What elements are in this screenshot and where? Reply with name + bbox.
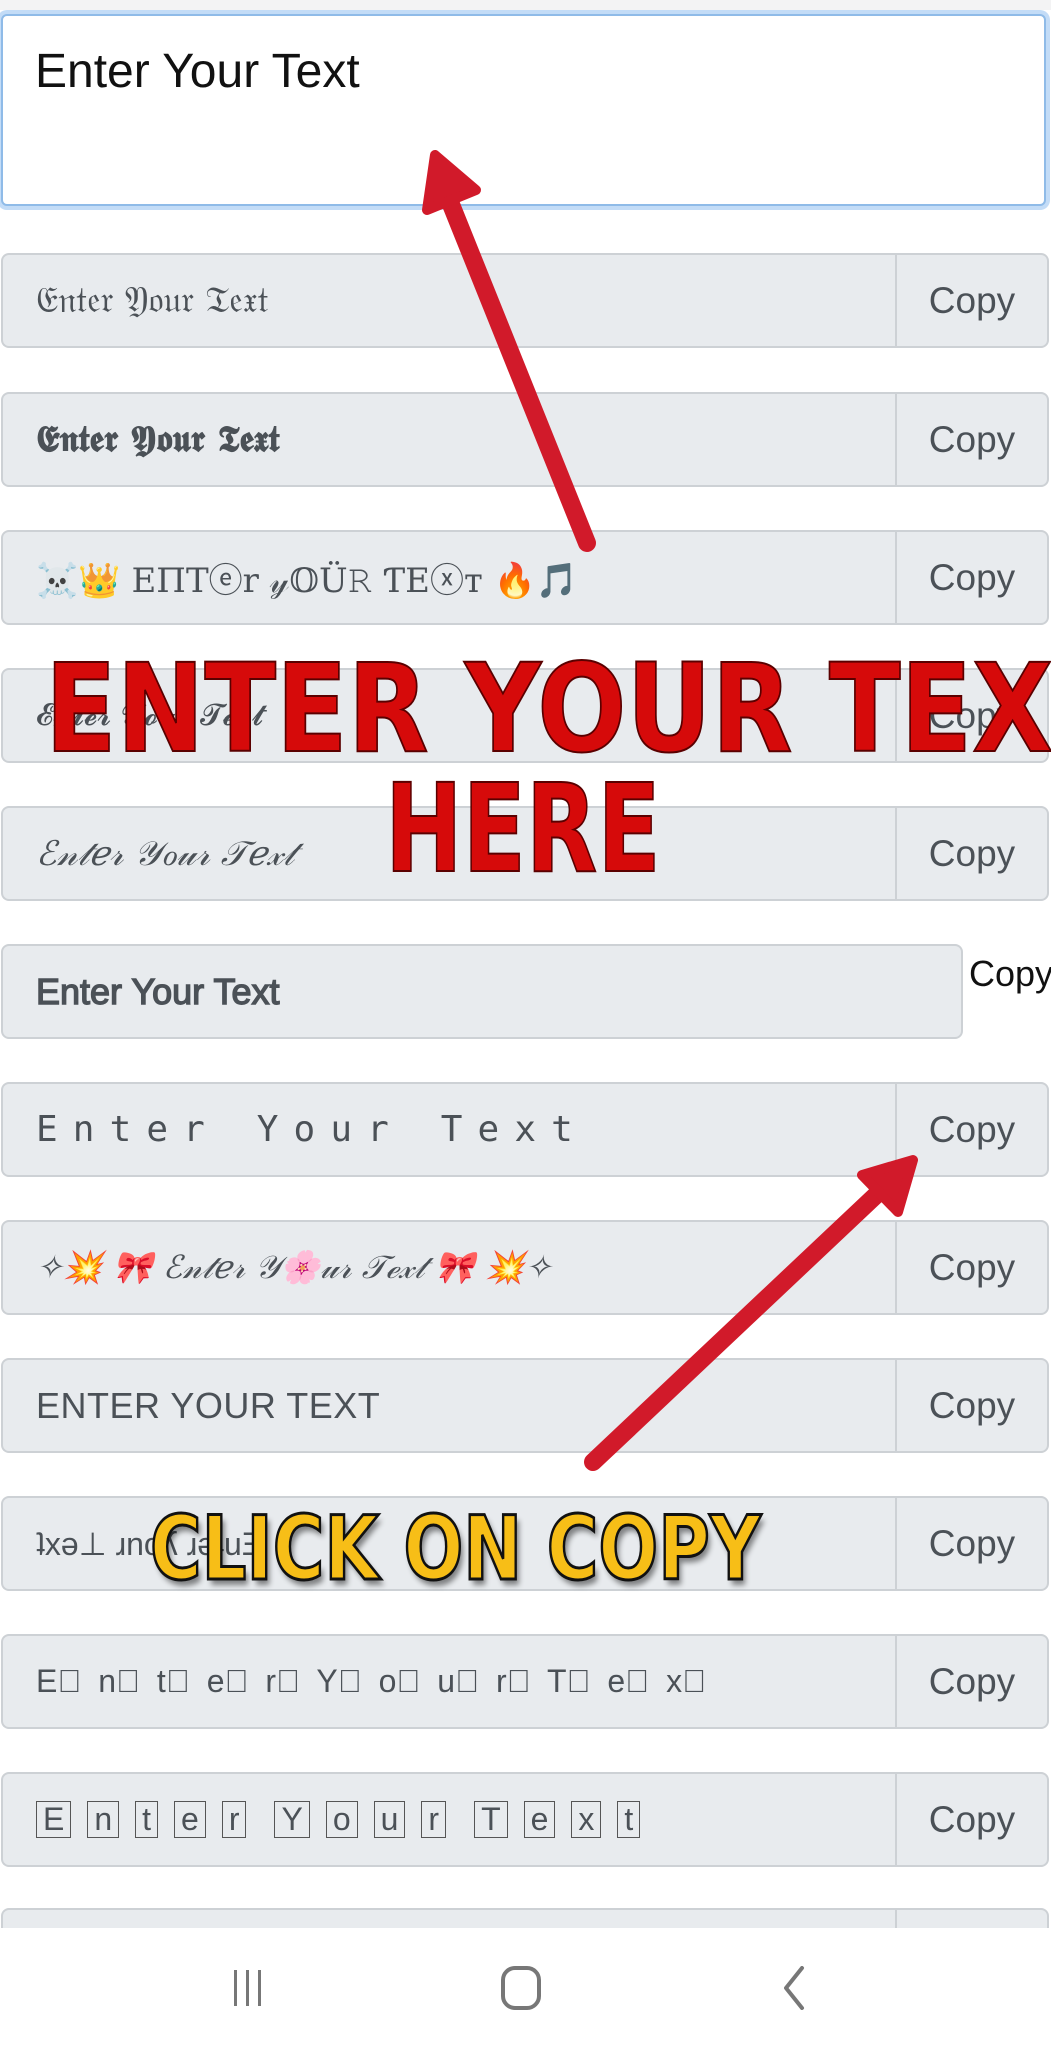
boxed-letter: t (135, 1800, 159, 1839)
styled-text-output[interactable]: EnterYourText (1, 1772, 895, 1867)
boxed-letter: E (36, 1800, 72, 1839)
styled-text-output[interactable]: 𝓔𝓷𝓽𝓮𝓻 𝓨𝓸𝓾𝓻 𝓣𝓮𝔁𝓽 (1, 668, 895, 763)
boxed-letter: e (523, 1800, 556, 1839)
style-row: 𝕰𝖓𝖙𝖊𝖗 𝖄𝖔𝖚𝖗 𝕿𝖊𝖝𝖙 Copy (1, 392, 1049, 487)
style-row: E⃞ n⃞ t⃞ e⃞ r⃞ Y⃞ o⃞ u⃞ r⃞ T⃞ e⃞ x⃞ Copy (1, 1634, 1049, 1729)
styled-text-output[interactable]: ℰ𝓃𝓉ℯ𝓇 𝒴ℴ𝓊𝓇 𝒯ℯ𝓍𝓉 (1, 806, 895, 901)
style-row: EnterYourText Copy (1, 1772, 1049, 1867)
boxed-letter: Y (274, 1800, 310, 1839)
copy-button[interactable]: Copy (895, 1772, 1049, 1867)
style-row: ʇxǝ⊥ ɹnoʎ ɹǝʇuƎ Copy (1, 1496, 1049, 1591)
status-strip (0, 0, 1051, 10)
android-nav-bar (0, 1928, 1051, 2048)
styled-text-output[interactable]: Enter Your Text (1, 944, 963, 1039)
boxed-letter: u (373, 1800, 406, 1839)
copy-button[interactable]: Copy (963, 944, 1051, 1004)
copy-button[interactable]: Copy (895, 1634, 1049, 1729)
back-icon (784, 1966, 804, 2010)
home-button[interactable] (481, 1958, 561, 2018)
copy-button[interactable]: Copy (895, 253, 1049, 348)
boxed-letter: x (571, 1800, 602, 1839)
boxed-letter: T (474, 1800, 508, 1839)
recent-apps-button[interactable] (208, 1958, 288, 2018)
copy-button[interactable]: Copy (895, 1496, 1049, 1591)
style-row: ✧💥 🎀 ℰ𝓃𝓉ℯ𝓇 𝒴🌸𝓊𝓇 𝒯ℯ𝓍𝓉 🎀 💥✧ Copy (1, 1220, 1049, 1315)
boxed-letter: e (174, 1800, 206, 1839)
style-row: 𝔈𝔫𝔱𝔢𝔯 𝔜𝔬𝔲𝔯 𝔗𝔢𝔵𝔱 Copy (1, 253, 1049, 348)
styled-text-output[interactable]: 𝕰𝖓𝖙𝖊𝖗 𝖄𝖔𝖚𝖗 𝕿𝖊𝖝𝖙 (1, 392, 895, 487)
boxed-letter: r (421, 1800, 447, 1839)
home-icon (501, 1966, 541, 2010)
style-row: 𝓔𝓷𝓽𝓮𝓻 𝓨𝓸𝓾𝓻 𝓣𝓮𝔁𝓽 Copy (1, 668, 1049, 763)
copy-button[interactable]: Copy (895, 1220, 1049, 1315)
styled-text-output[interactable]: E⃞ n⃞ t⃞ e⃞ r⃞ Y⃞ o⃞ u⃞ r⃞ T⃞ e⃞ x⃞ (1, 1634, 895, 1729)
text-input[interactable] (1, 14, 1046, 206)
boxed-letter: t (617, 1800, 641, 1839)
style-row: ℰ𝓃𝓉ℯ𝓇 𝒴ℴ𝓊𝓇 𝒯ℯ𝓍𝓉 Copy (1, 806, 1049, 901)
style-row: ENTER YOUR TEXT Copy (1, 1358, 1049, 1453)
boxed-letter: o (325, 1800, 358, 1839)
styled-text-output[interactable]: ☠️👑 ΕΠΤⓔr 𝓎𝕆Ü𝚁 ƬΕⓧт 🔥🎵 (1, 530, 895, 625)
copy-button[interactable]: Copy (895, 1082, 1049, 1177)
style-row: ☠️👑 ΕΠΤⓔr 𝓎𝕆Ü𝚁 ƬΕⓧт 🔥🎵 Copy (1, 530, 1049, 625)
style-row: Enter Your Text Copy (1, 1082, 1049, 1177)
styled-text-output[interactable]: ʇxǝ⊥ ɹnoʎ ɹǝʇuƎ (1, 1496, 895, 1591)
styled-text-output[interactable]: Enter Your Text (1, 1082, 895, 1177)
style-row: Enter Your Text Copy (1, 944, 1051, 1039)
copy-button[interactable]: Copy (895, 530, 1049, 625)
copy-button[interactable]: Copy (895, 668, 1049, 763)
recent-apps-icon (234, 1970, 261, 2006)
back-button[interactable] (754, 1958, 834, 2018)
copy-button[interactable]: Copy (895, 806, 1049, 901)
boxed-letter: n (87, 1800, 120, 1839)
styled-text-output[interactable]: ✧💥 🎀 ℰ𝓃𝓉ℯ𝓇 𝒴🌸𝓊𝓇 𝒯ℯ𝓍𝓉 🎀 💥✧ (1, 1220, 895, 1315)
styled-text-output[interactable]: 𝔈𝔫𝔱𝔢𝔯 𝔜𝔬𝔲𝔯 𝔗𝔢𝔵𝔱 (1, 253, 895, 348)
copy-button[interactable]: Copy (895, 392, 1049, 487)
boxed-letter: r (221, 1800, 247, 1839)
copy-button[interactable]: Copy (895, 1358, 1049, 1453)
styled-text-output[interactable]: ENTER YOUR TEXT (1, 1358, 895, 1453)
